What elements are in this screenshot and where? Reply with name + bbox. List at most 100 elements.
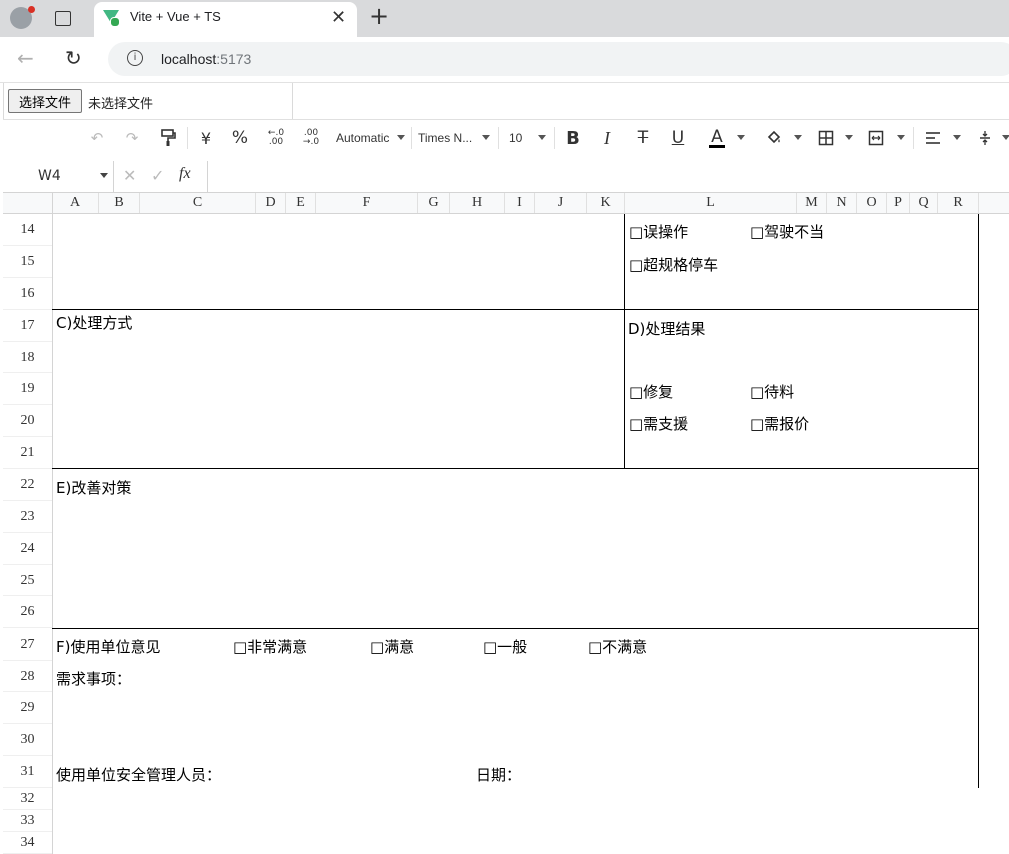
text-color-button[interactable]: A xyxy=(707,126,727,150)
row-header-22[interactable]: 22 xyxy=(3,469,52,501)
redo-icon[interactable]: ↷ xyxy=(121,126,143,150)
site-info-icon[interactable]: i xyxy=(127,50,143,66)
format-painter-icon[interactable] xyxy=(157,126,179,150)
row-header-24[interactable]: 24 xyxy=(3,533,52,565)
row-header-29[interactable]: 29 xyxy=(3,692,52,724)
column-header-i[interactable]: I xyxy=(505,193,535,213)
row-header-30[interactable]: 30 xyxy=(3,724,52,756)
select-all-corner[interactable] xyxy=(3,193,53,213)
row-header-15[interactable]: 15 xyxy=(3,246,52,278)
strikethrough-button[interactable]: T xyxy=(633,126,653,150)
cell-safety-manager[interactable]: 使用单位安全管理人员： xyxy=(56,764,221,785)
column-header-n[interactable]: N xyxy=(827,193,857,213)
row-header-17[interactable]: 17 xyxy=(3,310,52,342)
undo-icon[interactable]: ↶ xyxy=(86,126,108,150)
cell-checkbox-improper-driving[interactable]: □驾驶不当 xyxy=(750,221,824,242)
cell-section-d[interactable]: D)处理结果 xyxy=(628,318,705,339)
horizontal-align-icon[interactable] xyxy=(923,126,943,150)
confirm-edit-icon[interactable]: ✓ xyxy=(151,166,164,185)
cell-section-e[interactable]: E)改善对策 xyxy=(56,477,131,498)
cell-needs[interactable]: 需求事项： xyxy=(56,668,131,689)
column-header-b[interactable]: B xyxy=(99,193,140,213)
row-header-34[interactable]: 34 xyxy=(3,832,52,854)
column-header-p[interactable]: P xyxy=(887,193,910,213)
row-header-20[interactable]: 20 xyxy=(3,405,52,437)
number-format-dropdown[interactable]: Automatic xyxy=(336,126,396,150)
merge-cells-icon[interactable] xyxy=(866,126,886,150)
increase-decimal-icon[interactable]: .00 →.0 xyxy=(299,126,323,150)
column-header-r[interactable]: R xyxy=(938,193,979,213)
formula-input[interactable] xyxy=(215,168,1005,186)
font-family-dropdown[interactable]: Times N... xyxy=(418,126,480,150)
font-size-chevron-down-icon[interactable] xyxy=(538,135,546,140)
cell-checkbox-awaiting-parts[interactable]: □待料 xyxy=(750,381,794,402)
choose-file-button[interactable]: 选择文件 xyxy=(8,89,82,113)
borders-chevron-down-icon[interactable] xyxy=(845,135,853,140)
underline-button[interactable]: U xyxy=(668,126,688,150)
borders-icon[interactable] xyxy=(816,126,836,150)
column-header-f[interactable]: F xyxy=(316,193,418,213)
row-header-32[interactable]: 32 xyxy=(3,788,52,810)
row-header-14[interactable]: 14 xyxy=(3,214,52,246)
cell-checkbox-satisfied[interactable]: □满意 xyxy=(370,636,414,657)
back-icon[interactable]: ← xyxy=(17,46,34,70)
row-header-18[interactable]: 18 xyxy=(3,342,52,373)
row-header-26[interactable]: 26 xyxy=(3,596,52,628)
cell-checkbox-oversize-parking[interactable]: □超规格停车 xyxy=(629,254,718,275)
cell-reference-chevron-down-icon[interactable] xyxy=(100,173,108,178)
row-header-25[interactable]: 25 xyxy=(3,565,52,596)
cell-date[interactable]: 日期： xyxy=(476,764,521,785)
column-header-o[interactable]: O xyxy=(857,193,887,213)
column-header-c[interactable]: C xyxy=(140,193,256,213)
column-header-l[interactable]: L xyxy=(625,193,797,213)
cell-section-f[interactable]: F)使用单位意见 xyxy=(56,636,160,657)
cell-checkbox-misoperation[interactable]: □误操作 xyxy=(629,221,688,242)
cell-checkbox-needs-quote[interactable]: □需报价 xyxy=(750,413,809,434)
column-header-g[interactable]: G xyxy=(418,193,450,213)
new-tab-icon[interactable]: + xyxy=(369,2,389,30)
close-tab-icon[interactable]: ✕ xyxy=(331,7,346,28)
column-header-m[interactable]: M xyxy=(797,193,827,213)
column-header-q[interactable]: Q xyxy=(910,193,938,213)
fill-color-chevron-down-icon[interactable] xyxy=(794,135,802,140)
cell-checkbox-repair[interactable]: □修复 xyxy=(629,381,673,402)
font-family-chevron-down-icon[interactable] xyxy=(482,135,490,140)
percent-format-button[interactable]: % xyxy=(229,126,251,150)
row-header-23[interactable]: 23 xyxy=(3,501,52,533)
row-header-19[interactable]: 19 xyxy=(3,373,52,405)
bold-button[interactable]: B xyxy=(563,126,583,150)
cancel-edit-icon[interactable]: ✕ xyxy=(123,166,136,185)
reload-icon[interactable]: ↻ xyxy=(65,46,82,70)
currency-format-button[interactable]: ¥ xyxy=(195,126,217,150)
tab-actions-icon[interactable] xyxy=(55,11,71,26)
italic-button[interactable]: I xyxy=(597,126,617,150)
row-header-33[interactable]: 33 xyxy=(3,810,52,832)
column-header-a[interactable]: A xyxy=(52,193,99,213)
cell-checkbox-needs-support[interactable]: □需支援 xyxy=(629,413,688,434)
column-header-k[interactable]: K xyxy=(587,193,625,213)
cell-checkbox-unsatisfied[interactable]: □不满意 xyxy=(588,636,647,657)
url-host: localhost xyxy=(161,51,217,67)
horizontal-align-chevron-down-icon[interactable] xyxy=(953,135,961,140)
column-header-d[interactable]: D xyxy=(256,193,286,213)
number-format-chevron-down-icon[interactable] xyxy=(397,135,405,140)
column-header-j[interactable]: J xyxy=(535,193,587,213)
row-header-27[interactable]: 27 xyxy=(3,628,52,661)
cell-section-c[interactable]: C)处理方式 xyxy=(56,312,132,333)
row-header-16[interactable]: 16 xyxy=(3,278,52,310)
row-header-28[interactable]: 28 xyxy=(3,661,52,692)
cell-checkbox-average[interactable]: □一般 xyxy=(483,636,527,657)
column-header-e[interactable]: E xyxy=(286,193,316,213)
vertical-align-icon[interactable] xyxy=(977,126,993,150)
column-header-h[interactable]: H xyxy=(450,193,505,213)
font-size-dropdown[interactable]: 10 xyxy=(509,126,529,150)
decrease-decimal-icon[interactable]: ←.0.00 xyxy=(264,126,288,150)
cell-reference-box[interactable]: W4 xyxy=(38,168,61,184)
fill-color-icon[interactable] xyxy=(764,126,784,150)
merge-cells-chevron-down-icon[interactable] xyxy=(897,135,905,140)
cell-checkbox-very-satisfied[interactable]: □非常满意 xyxy=(233,636,307,657)
row-header-21[interactable]: 21 xyxy=(3,437,52,469)
text-color-chevron-down-icon[interactable] xyxy=(737,135,745,140)
vertical-align-chevron-down-icon[interactable] xyxy=(1002,135,1009,140)
row-header-31[interactable]: 31 xyxy=(3,756,52,788)
